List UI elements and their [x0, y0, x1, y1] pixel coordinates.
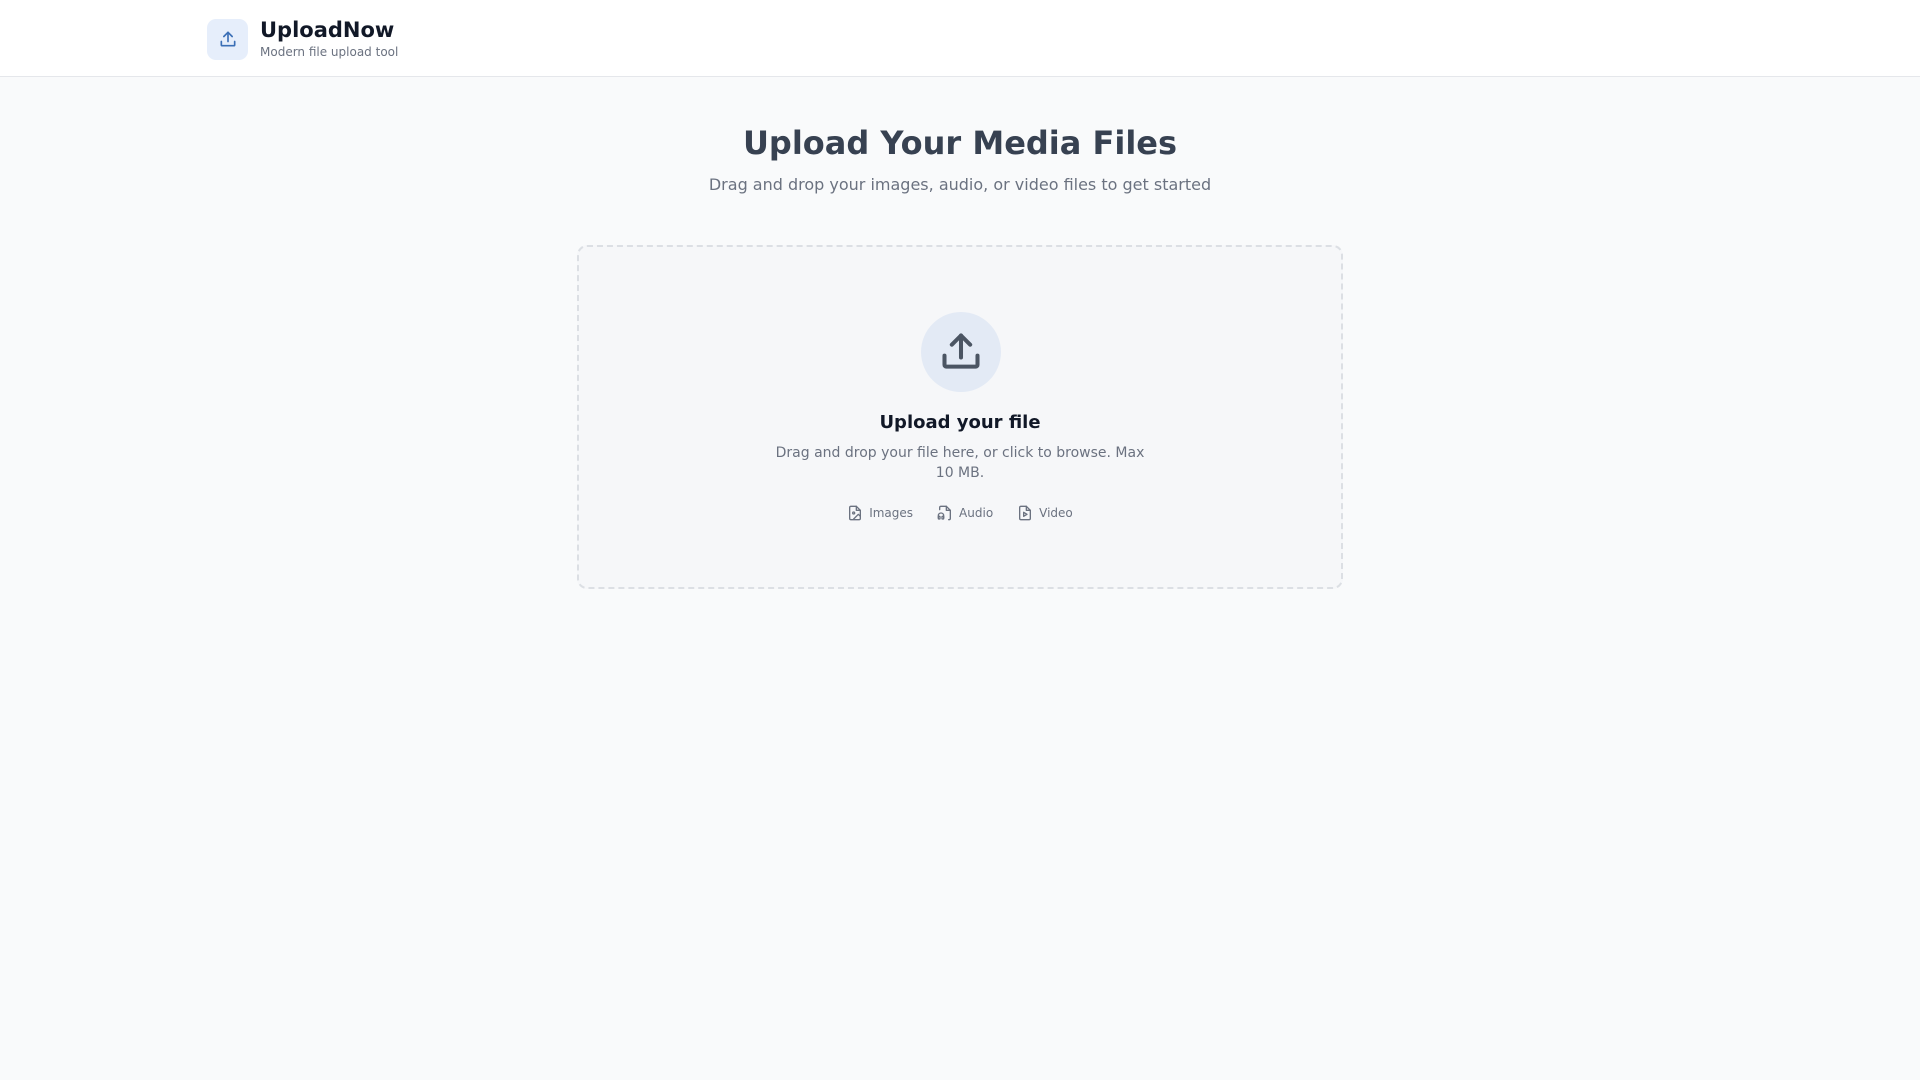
page-title: Upload Your Media Files: [742, 124, 1178, 162]
type-images: Images: [847, 505, 913, 521]
supported-types: Images Audio Video: [579, 505, 1341, 521]
video-file-icon: [1019, 505, 1032, 521]
audio-file-icon: [937, 505, 952, 521]
page-subtitle: Drag and drop your images, audio, or vid…: [708, 175, 1212, 194]
type-audio: Audio: [937, 505, 993, 521]
app-tagline: Modern file upload tool: [260, 45, 399, 59]
type-video: Video: [1017, 505, 1073, 521]
type-label: Audio: [959, 506, 994, 520]
dropzone-description: Drag and drop your file here, or click t…: [775, 445, 1145, 481]
upload-icon: [942, 333, 980, 369]
brand-text: UploadNow Modern file upload tool: [260, 18, 398, 60]
brand[interactable]: UploadNow Modern file upload tool: [207, 18, 398, 60]
type-label: Video: [1039, 506, 1073, 520]
type-label: Images: [869, 506, 914, 520]
app-header: UploadNow Modern file upload tool: [0, 0, 1920, 77]
image-file-icon: [849, 505, 862, 521]
app-name: UploadNow: [260, 18, 395, 42]
dropzone-title: Upload your file: [879, 412, 1041, 433]
dropzone-icon-circle: [921, 312, 1001, 392]
brand-logo: [207, 18, 248, 60]
file-dropzone[interactable]: Upload your file Drag and drop your file…: [577, 245, 1343, 589]
upload-icon: [220, 31, 235, 47]
